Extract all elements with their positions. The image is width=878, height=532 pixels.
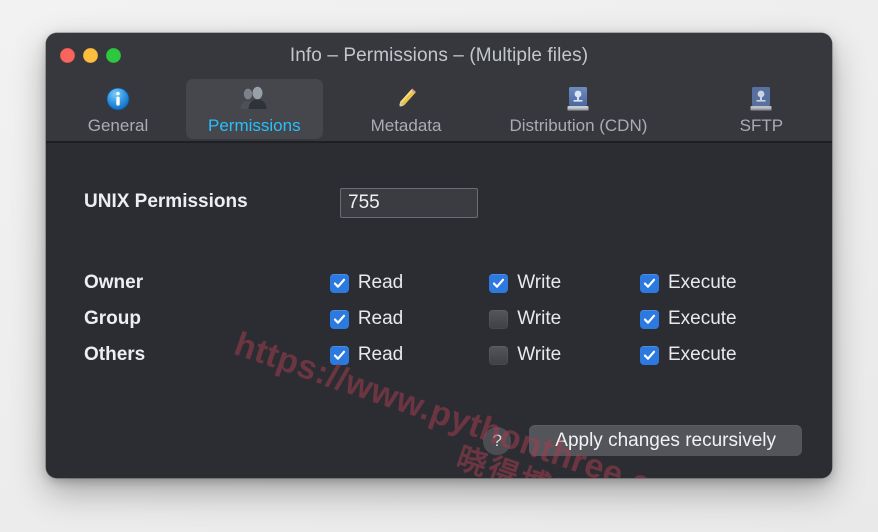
permissions-panel: UNIX Permissions Owner Read Write bbox=[46, 143, 832, 478]
unix-permissions-row: UNIX Permissions bbox=[84, 191, 248, 213]
checkbox-checked-icon[interactable] bbox=[329, 309, 349, 329]
row-label-others: Others bbox=[84, 344, 146, 365]
others-write-label: Write bbox=[517, 344, 562, 365]
checkbox-checked-icon[interactable] bbox=[639, 273, 659, 293]
checkbox-checked-icon[interactable] bbox=[639, 345, 659, 365]
tab-general-label: General bbox=[87, 116, 149, 135]
others-write-checkbox[interactable]: Write bbox=[489, 344, 640, 366]
apply-changes-recursively-button[interactable]: Apply changes recursively bbox=[529, 425, 802, 456]
group-execute-label: Execute bbox=[667, 308, 737, 329]
checkbox-unchecked-icon[interactable] bbox=[489, 345, 509, 365]
others-read-checkbox[interactable]: Read bbox=[329, 344, 489, 366]
tab-sftp[interactable]: SFTP bbox=[715, 79, 807, 139]
checkbox-checked-icon[interactable] bbox=[639, 309, 659, 329]
row-label-group: Group bbox=[84, 308, 141, 329]
tab-metadata[interactable]: Metadata bbox=[357, 79, 456, 139]
others-execute-label: Execute bbox=[667, 344, 737, 365]
info-window: Info – Permissions – (Multiple files) Ge… bbox=[46, 33, 832, 478]
help-button[interactable]: ? bbox=[483, 426, 512, 455]
info-circle-icon bbox=[104, 83, 132, 115]
owner-read-checkbox[interactable]: Read bbox=[329, 272, 489, 294]
group-execute-checkbox[interactable]: Execute bbox=[639, 308, 784, 330]
checkbox-checked-icon[interactable] bbox=[329, 345, 349, 365]
tab-permissions[interactable]: Permissions bbox=[186, 79, 323, 139]
tab-permissions-label: Permissions bbox=[208, 116, 301, 135]
checkbox-unchecked-icon[interactable] bbox=[489, 309, 509, 329]
owner-read-label: Read bbox=[357, 272, 404, 293]
unix-permissions-input[interactable] bbox=[340, 188, 478, 218]
checkbox-checked-icon[interactable] bbox=[489, 273, 509, 293]
table-row: Group Read Write Execute bbox=[84, 301, 784, 337]
footer-actions: ? Apply changes recursively bbox=[483, 425, 802, 456]
others-execute-checkbox[interactable]: Execute bbox=[639, 344, 784, 366]
unix-permissions-label: UNIX Permissions bbox=[84, 191, 248, 212]
tab-sftp-label: SFTP bbox=[739, 116, 784, 135]
owner-execute-label: Execute bbox=[667, 272, 737, 293]
group-read-label: Read bbox=[357, 308, 404, 329]
pencil-icon bbox=[391, 83, 421, 115]
tab-metadata-label: Metadata bbox=[370, 116, 442, 135]
owner-write-label: Write bbox=[517, 272, 562, 293]
others-read-label: Read bbox=[357, 344, 404, 365]
tab-distribution-label: Distribution (CDN) bbox=[509, 116, 648, 135]
checkbox-checked-icon[interactable] bbox=[329, 273, 349, 293]
server-drive-icon bbox=[564, 83, 592, 115]
toolbar: General Permissions Metadata Distributio… bbox=[46, 79, 832, 143]
server-drive-icon bbox=[747, 83, 775, 115]
title-bar: Info – Permissions – (Multiple files) bbox=[46, 33, 832, 79]
row-label-owner: Owner bbox=[84, 272, 144, 293]
users-icon bbox=[237, 83, 271, 115]
owner-execute-checkbox[interactable]: Execute bbox=[639, 272, 784, 294]
table-row: Owner Read Write Execute bbox=[84, 265, 784, 301]
table-row: Others Read Write Execute bbox=[84, 337, 784, 373]
group-read-checkbox[interactable]: Read bbox=[329, 308, 489, 330]
tab-general[interactable]: General bbox=[72, 79, 164, 139]
group-write-label: Write bbox=[517, 308, 562, 329]
group-write-checkbox[interactable]: Write bbox=[489, 308, 640, 330]
tab-distribution-cdn[interactable]: Distribution (CDN) bbox=[495, 79, 661, 139]
window-title: Info – Permissions – (Multiple files) bbox=[289, 45, 589, 66]
permissions-grid: Owner Read Write Execute Group Read Writ… bbox=[84, 265, 784, 373]
owner-write-checkbox[interactable]: Write bbox=[489, 272, 640, 294]
